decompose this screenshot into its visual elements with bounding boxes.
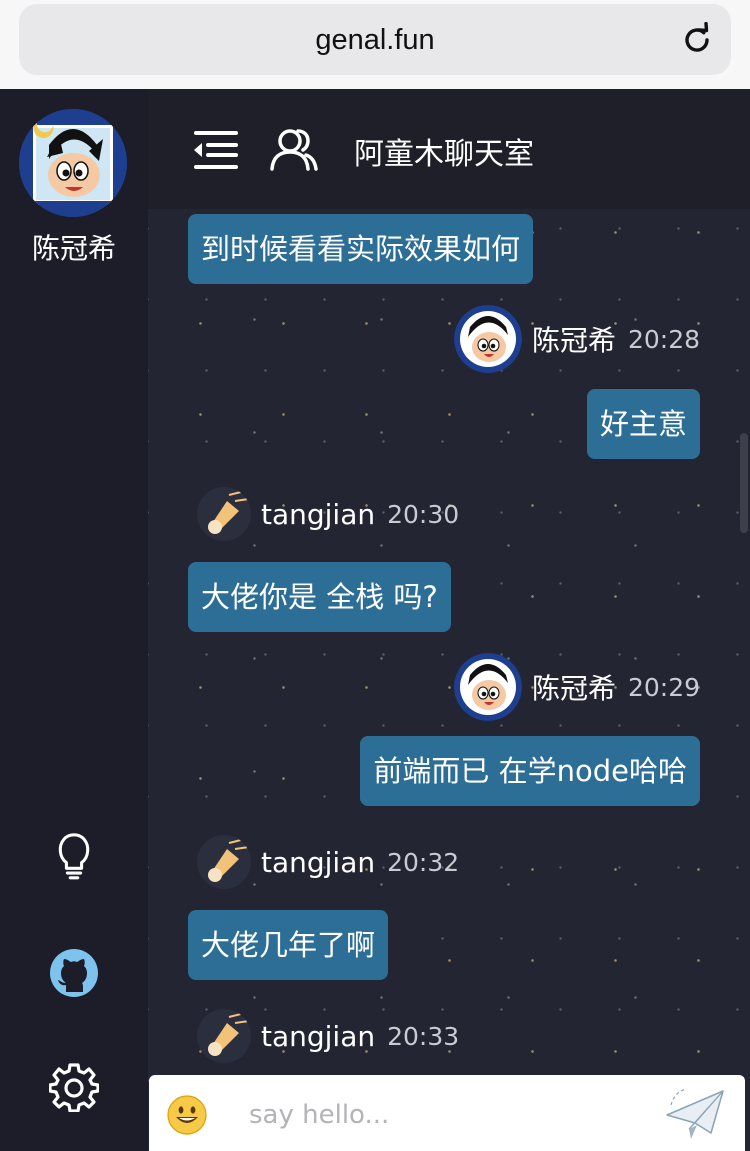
scrollbar[interactable]: [740, 433, 748, 533]
message-username: 陈冠希: [531, 672, 616, 705]
avatar[interactable]: [453, 653, 522, 721]
message-time: 20:33: [387, 1021, 460, 1051]
user-avatar[interactable]: [19, 109, 127, 217]
message-bubble: 前端而已 在学node哈哈: [360, 736, 700, 806]
message-input[interactable]: [249, 1093, 639, 1137]
message-username: 陈冠希: [531, 324, 616, 357]
message-time: 20:29: [627, 672, 700, 702]
message-username: tangjian: [261, 845, 376, 879]
chat-header: 阿童木聊天室: [148, 89, 750, 209]
message-time: 20:30: [387, 499, 460, 529]
lightbulb-icon[interactable]: [44, 825, 104, 885]
message-time: 20:32: [387, 847, 460, 877]
avatar[interactable]: [453, 305, 522, 373]
message-bubble: 到时候看看实际效果如何: [188, 214, 534, 284]
message-input-bar: [149, 1075, 745, 1151]
message-meta: tangjian 20:30: [197, 479, 459, 549]
message-meta: 陈冠希 20:28: [453, 304, 700, 374]
message-meta: tangjian 20:32: [197, 827, 459, 897]
browser-bar: genal.fun: [0, 0, 750, 89]
avatar[interactable]: [197, 1009, 251, 1063]
sidebar: 陈冠希: [0, 89, 148, 1151]
address-bar[interactable]: genal.fun: [19, 4, 731, 75]
avatar[interactable]: [197, 487, 251, 541]
menu-fold-icon[interactable]: [188, 123, 240, 175]
send-paper-plane-icon[interactable]: [665, 1085, 727, 1141]
user-name: 陈冠希: [31, 232, 116, 265]
chat-area: 阿童木聊天室 到时候看看实际效果如何 陈冠希 20:28 好主意 tangjia…: [148, 89, 750, 1151]
message-time: 20:28: [627, 324, 700, 354]
avatar[interactable]: [197, 835, 251, 889]
message-meta: tangjian 20:33: [197, 1001, 459, 1071]
message-username: tangjian: [261, 497, 376, 531]
message-username: tangjian: [261, 1019, 376, 1053]
github-icon[interactable]: [44, 943, 104, 1003]
users-icon[interactable]: [268, 123, 320, 175]
message-meta: 陈冠希 20:29: [453, 652, 700, 722]
emoji-icon[interactable]: [167, 1095, 207, 1135]
url-text: genal.fun: [315, 24, 435, 56]
message-bubble: 大佬几年了啊: [188, 910, 389, 980]
message-bubble: 大佬你是 全栈 吗?: [188, 562, 451, 632]
reload-icon[interactable]: [679, 22, 715, 58]
message-bubble: 好主意: [586, 389, 700, 459]
settings-gear-icon[interactable]: [44, 1057, 104, 1117]
room-title: 阿童木聊天室: [354, 137, 534, 172]
